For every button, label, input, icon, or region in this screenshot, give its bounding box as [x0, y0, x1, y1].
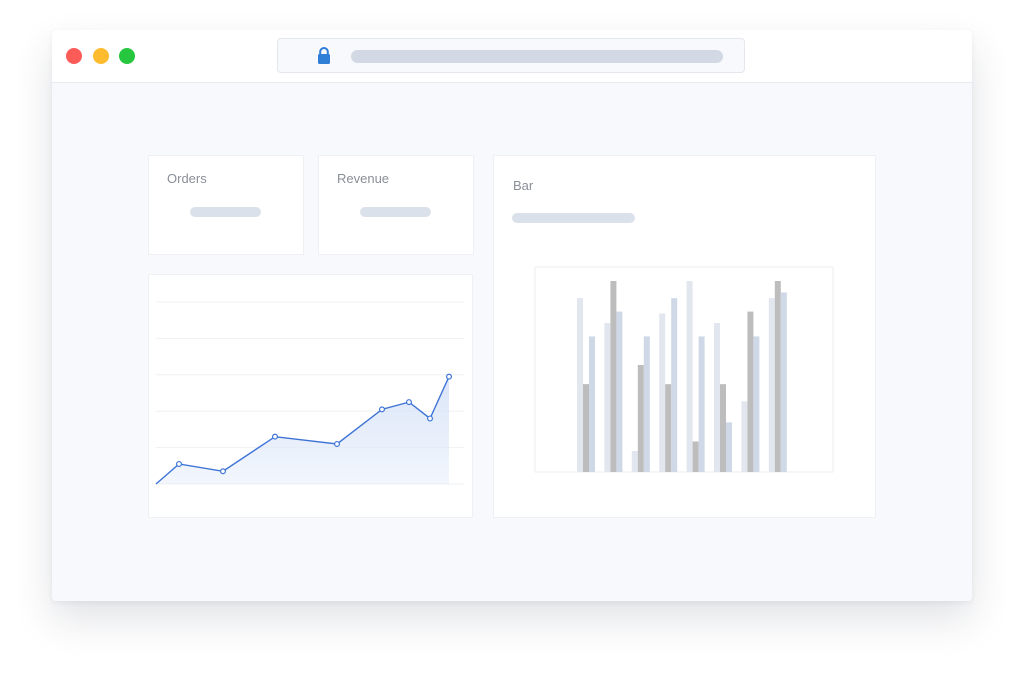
- bar: [753, 336, 760, 472]
- revenue-value-placeholder: [360, 207, 431, 217]
- bar: [768, 298, 775, 472]
- bar: [589, 336, 595, 472]
- url-placeholder: [351, 50, 723, 63]
- close-button[interactable]: [66, 48, 82, 64]
- line-chart: [155, 301, 464, 485]
- orders-card: Orders: [148, 155, 304, 255]
- bar-chart: [534, 266, 834, 473]
- bar: [686, 281, 693, 472]
- bar: [659, 313, 666, 472]
- minimize-button[interactable]: [93, 48, 109, 64]
- bar-group-8: [768, 281, 787, 472]
- line-chart-card: [148, 274, 473, 518]
- bar: [577, 298, 583, 472]
- bar: [643, 336, 650, 472]
- data-point: [271, 433, 278, 440]
- address-bar[interactable]: [277, 38, 745, 73]
- title-bar: [52, 30, 972, 83]
- data-point: [406, 399, 413, 406]
- bar-chart-card: Bar: [493, 155, 876, 518]
- bar-chart-title: Bar: [513, 178, 534, 193]
- data-point: [446, 373, 453, 380]
- bar: [631, 450, 638, 472]
- orders-value-placeholder: [190, 207, 261, 217]
- bar: [637, 365, 644, 472]
- bar: [780, 292, 787, 472]
- bar: [671, 298, 678, 472]
- bar: [726, 422, 732, 472]
- bar: [616, 311, 623, 472]
- bar: [665, 384, 672, 472]
- revenue-label: Revenue: [337, 171, 390, 186]
- bar-chart-subtitle-placeholder: [512, 213, 635, 223]
- data-point: [427, 415, 434, 422]
- data-point: [219, 468, 226, 475]
- bar: [583, 384, 589, 472]
- bar: [741, 401, 748, 472]
- data-point: [176, 460, 183, 467]
- orders-label: Orders: [167, 171, 207, 186]
- data-point: [379, 406, 386, 413]
- data-point: [334, 440, 341, 447]
- maximize-button[interactable]: [119, 48, 135, 64]
- bar: [720, 384, 726, 472]
- bar: [747, 311, 754, 472]
- bar: [610, 281, 617, 472]
- bar: [604, 323, 611, 472]
- bar: [774, 281, 781, 472]
- lock-icon: [318, 47, 330, 64]
- bar: [714, 323, 720, 472]
- bar: [698, 336, 705, 472]
- bar: [692, 441, 699, 472]
- revenue-card: Revenue: [318, 155, 474, 255]
- browser-window: Orders Revenue Bar: [52, 30, 972, 601]
